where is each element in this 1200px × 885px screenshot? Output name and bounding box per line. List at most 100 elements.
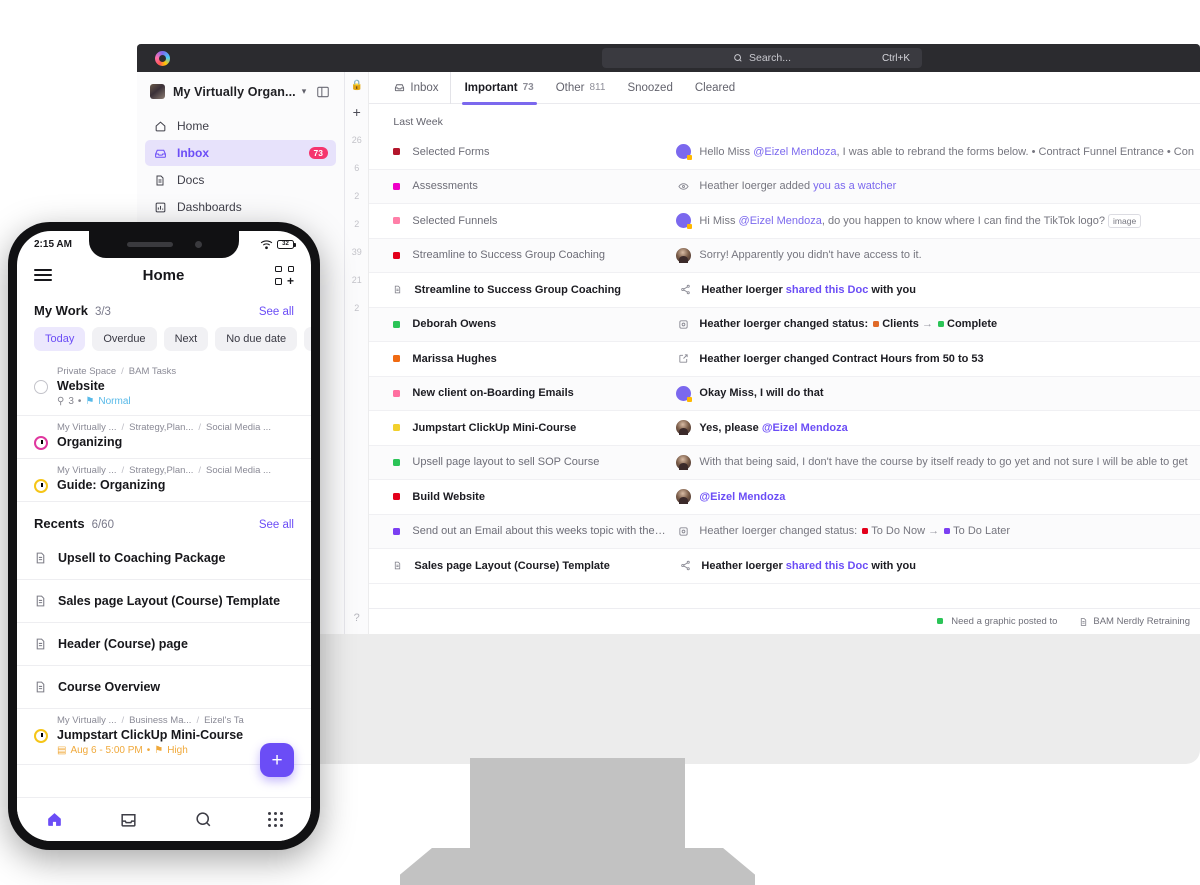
panel-toggle-icon[interactable] [316,85,330,104]
table-row[interactable]: Jumpstart ClickUp Mini-Course Yes, please… [369,411,1200,446]
list-item[interactable]: Upsell to Coaching Package [17,537,311,580]
priority-label: Normal [98,396,131,407]
table-row[interactable]: Upsell page layout to sell SOP Course Wit… [369,445,1200,480]
global-search-input[interactable]: Search... Ctrl+K [602,48,922,68]
sidebar-item-label: Home [177,119,210,133]
task-checkbox[interactable] [34,380,48,394]
tabbar-home-icon[interactable] [45,810,64,829]
table-row[interactable]: Marissa Hughes Heather Ioerger changed Co… [369,342,1200,377]
row-actor [667,489,699,505]
rail-count[interactable]: 39 [352,247,362,257]
subtask-count: 3 [68,396,74,407]
sidebar-item-label: Docs [177,173,205,187]
app-topbar: Search... Ctrl+K [137,44,1200,72]
workspace-switcher[interactable]: My Virtually Organ... ▾ [137,72,344,109]
mention-link[interactable]: @Eizel Mendoza [753,146,836,158]
footer-item-task[interactable]: Need a graphic posted to [935,616,1057,627]
doc-icon [1081,617,1087,626]
tab-cleared[interactable]: Cleared [684,72,746,104]
filter-no-due-date[interactable]: No due date [215,327,298,351]
rail-count[interactable]: 21 [352,275,362,285]
row-message: Heather Ioerger changed status: To Do No… [699,525,1011,538]
list-item[interactable]: Course Overview [17,666,311,709]
tab-snoozed[interactable]: Snoozed [616,72,683,104]
help-icon[interactable]: ? [354,612,360,624]
rail-count[interactable]: 2 [354,303,359,313]
hamburger-menu-icon[interactable] [34,266,52,284]
tab-label: Snoozed [627,81,673,94]
breadcrumb-part: My Virtually ... [57,715,117,726]
tabbar-search-icon[interactable] [194,810,213,829]
footer-item-doc[interactable]: BAM Nerdly Retraining [1079,616,1190,627]
table-row[interactable]: Build Website @Eizel Mendoza [369,480,1200,515]
inbox-icon [395,84,405,92]
filter-next[interactable]: Next [163,327,209,351]
sidebar-item-home[interactable]: Home [145,113,336,139]
task-item[interactable]: My Virtually ... / Strategy,Plan... / So… [17,416,311,459]
sidebar-item-inbox[interactable]: Inbox 73 [145,140,336,166]
filter-more[interactable] [304,327,311,351]
status-dot-icon [393,251,401,259]
tab-inbox[interactable]: Inbox [383,71,451,104]
row-actor [669,284,701,295]
filter-overdue[interactable]: Overdue [92,327,157,351]
mention-link[interactable]: @Eizel Mendoza [762,422,848,434]
list-item-label: Upsell to Coaching Package [58,551,226,565]
breadcrumb-part: Business Ma... [129,715,192,726]
status-dot-icon [937,618,944,624]
row-actor [667,247,699,263]
table-row[interactable]: Deborah Owens Heather Ioerger changed sta… [369,307,1200,342]
add-button[interactable]: + [353,105,361,119]
sidebar-item-docs[interactable]: Docs [145,167,336,193]
inbox-main-panel: Inbox Important 73 Other 811 Snoozed Cle… [369,71,1200,634]
table-row[interactable]: Streamline to Success Group Coaching Heat… [369,273,1200,308]
status-dot-icon [393,424,401,432]
tabbar-inbox-icon[interactable] [119,810,138,829]
table-row[interactable]: Streamline to Success Group Coaching Sorr… [369,238,1200,273]
list-item[interactable]: Header (Course) page [17,623,311,666]
task-item[interactable]: My Virtually ... / Strategy,Plan... / So… [17,459,311,502]
tab-other[interactable]: Other 811 [545,72,617,104]
list-item[interactable]: Sales page Layout (Course) Template [17,580,311,623]
page-title: Home [142,266,185,284]
doc-icon [34,594,47,608]
table-row[interactable]: Selected Funnels Hi Miss @Eizel Mendoza, … [369,204,1200,239]
create-new-button[interactable]: + [260,743,294,777]
mention-link[interactable]: you as a watcher [813,180,896,192]
search-icon [734,54,742,62]
rail-count[interactable]: 6 [354,163,359,173]
avatar [675,385,692,402]
tab-important[interactable]: Important 73 [454,72,545,105]
row-title: Sales page Layout (Course) Template [414,559,610,572]
task-item[interactable]: Private Space / BAM Tasks Website ⚲ 3 • … [17,360,311,416]
rail-count[interactable]: 2 [354,191,359,201]
earpiece-speaker [126,242,173,247]
sidebar-item-dashboards[interactable]: Dashboards [145,194,336,220]
doc-icon [393,560,402,571]
mention-link[interactable]: @Eizel Mendoza [739,215,822,227]
front-camera-icon [194,241,202,248]
task-meta: ⚲ 3 • ⚑ Normal [57,396,294,407]
table-row[interactable]: Assessments Heather Ioerger added you as … [369,169,1200,204]
rail-count[interactable]: 2 [354,219,359,229]
add-widget-icon[interactable]: + [275,265,294,287]
table-row[interactable]: Send out an Email about this weeks topic… [369,514,1200,549]
table-row[interactable]: Selected Forms Hello Miss @Eizel Mendoza,… [369,135,1200,170]
section-count: 6/60 [91,519,114,531]
footer-item-label: BAM Nerdly Retraining [1093,616,1190,627]
table-row[interactable]: Sales page Layout (Course) Template Heath… [369,549,1200,584]
rail-count[interactable]: 26 [352,135,362,145]
see-all-link[interactable]: See all [259,306,294,318]
chevron-down-icon[interactable]: ▾ [302,86,307,97]
mention-link[interactable]: @Eizel Mendoza [699,491,785,503]
see-all-link[interactable]: See all [259,519,294,531]
breadcrumb-part: BAM Tasks [128,366,177,377]
collapsed-spaces-rail: 🔒 + 26 6 2 2 39 21 2 ? [344,72,370,634]
table-row[interactable]: New client on-Boarding Emails Okay Miss, … [369,376,1200,411]
tabbar-apps-grid-icon[interactable] [268,812,284,827]
mention-link[interactable]: shared this Doc [786,284,869,296]
meta-separator: • [146,745,151,756]
attachment-chip[interactable]: image [1108,213,1142,228]
filter-today[interactable]: Today [34,327,86,351]
mention-link[interactable]: shared this Doc [786,560,869,572]
